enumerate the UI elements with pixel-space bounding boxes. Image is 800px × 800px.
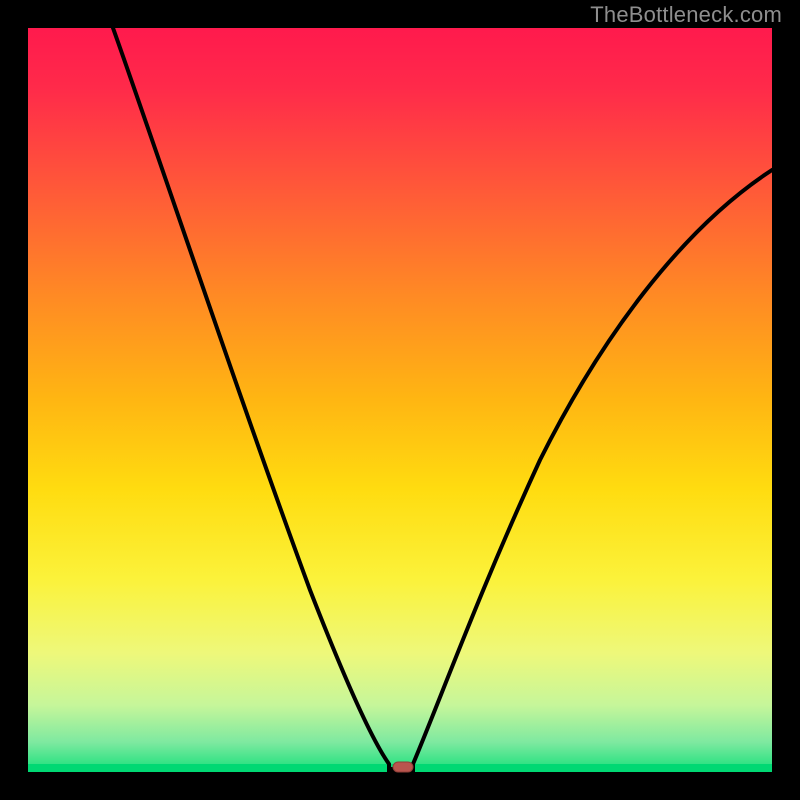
plot-area <box>28 28 772 772</box>
min-marker <box>393 762 413 772</box>
watermark-text: TheBottleneck.com <box>590 2 782 28</box>
chart-container: TheBottleneck.com <box>0 0 800 800</box>
chart-svg <box>0 0 800 800</box>
